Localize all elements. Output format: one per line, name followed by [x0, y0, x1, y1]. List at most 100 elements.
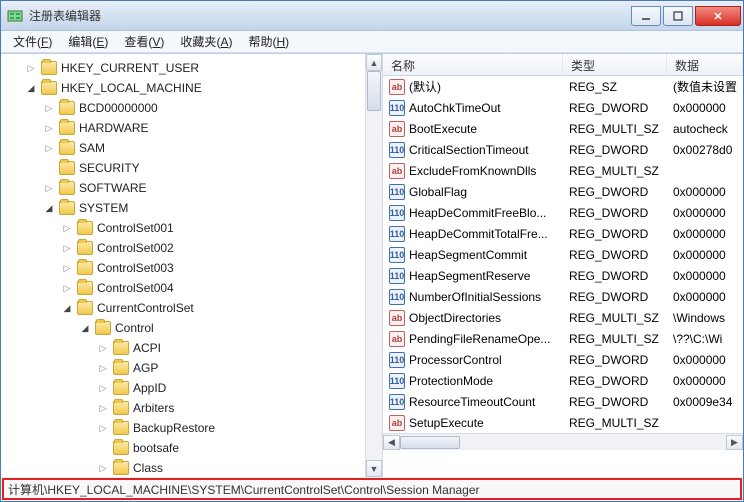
expand-icon[interactable]	[97, 402, 109, 414]
tree-node[interactable]: HKEY_LOCAL_MACHINE	[1, 78, 365, 98]
tree-node[interactable]: SYSTEM	[1, 198, 365, 218]
scroll-up-icon[interactable]: ▲	[366, 54, 382, 71]
cell-name: 110HeapSegmentReserve	[383, 268, 563, 284]
value-row[interactable]: abBootExecuteREG_MULTI_SZautocheck	[383, 118, 743, 139]
cell-name: 110HeapDeCommitTotalFre...	[383, 226, 563, 242]
cell-data: \??\C:\Wi	[667, 332, 743, 346]
value-row[interactable]: 110GlobalFlagREG_DWORD0x000000	[383, 181, 743, 202]
tree-node[interactable]: HARDWARE	[1, 118, 365, 138]
cell-type: REG_DWORD	[563, 143, 667, 157]
registry-tree: HKEY_CURRENT_USERHKEY_LOCAL_MACHINEBCD00…	[1, 54, 365, 477]
value-row[interactable]: 110HeapSegmentReserveREG_DWORD0x000000	[383, 265, 743, 286]
value-row[interactable]: 110HeapSegmentCommitREG_DWORD0x000000	[383, 244, 743, 265]
column-header-data[interactable]: 数据	[667, 54, 743, 75]
expand-icon[interactable]	[97, 462, 109, 474]
expand-icon[interactable]	[25, 62, 37, 74]
tree-node[interactable]: HKEY_CURRENT_USER	[1, 58, 365, 78]
menu-favorites[interactable]: 收藏夹(A)	[172, 31, 240, 52]
value-row[interactable]: 110HeapDeCommitTotalFre...REG_DWORD0x000…	[383, 223, 743, 244]
folder-icon	[113, 461, 129, 475]
scroll-thumb[interactable]	[400, 436, 460, 449]
tree-node[interactable]: Class	[1, 458, 365, 477]
expand-icon[interactable]	[43, 142, 55, 154]
value-name: AutoChkTimeOut	[409, 101, 501, 115]
scroll-left-icon[interactable]: ◀	[383, 435, 400, 450]
column-header-type[interactable]: 类型	[563, 54, 667, 75]
collapse-icon[interactable]	[79, 322, 91, 334]
tree-node[interactable]: ControlSet001	[1, 218, 365, 238]
tree-node[interactable]: BackupRestore	[1, 418, 365, 438]
column-header-name[interactable]: 名称	[383, 54, 563, 75]
expand-icon[interactable]	[97, 422, 109, 434]
cell-name: 110HeapSegmentCommit	[383, 247, 563, 263]
value-row[interactable]: 110NumberOfInitialSessionsREG_DWORD0x000…	[383, 286, 743, 307]
menu-file[interactable]: 文件(F)	[5, 31, 60, 52]
value-row[interactable]: 110CriticalSectionTimeoutREG_DWORD0x0027…	[383, 139, 743, 160]
menu-edit[interactable]: 编辑(E)	[60, 31, 116, 52]
tree-vscrollbar[interactable]: ▲ ▼	[365, 54, 382, 477]
value-row[interactable]: ab(默认)REG_SZ(数值未设置	[383, 76, 743, 97]
cell-data: 0x000000	[667, 185, 743, 199]
tree-node[interactable]: AGP	[1, 358, 365, 378]
expand-icon[interactable]	[97, 362, 109, 374]
expand-icon[interactable]	[61, 282, 73, 294]
expand-icon[interactable]	[97, 342, 109, 354]
binary-value-icon: 110	[389, 373, 405, 389]
folder-icon	[77, 281, 93, 295]
list-hscrollbar[interactable]: ◀ ▶	[383, 433, 743, 450]
menu-view[interactable]: 查看(V)	[116, 31, 172, 52]
tree-node[interactable]: bootsafe	[1, 438, 365, 458]
value-row[interactable]: abPendingFileRenameOpe...REG_MULTI_SZ\??…	[383, 328, 743, 349]
tree-node[interactable]: ACPI	[1, 338, 365, 358]
tree-node[interactable]: ControlSet002	[1, 238, 365, 258]
value-row[interactable]: abExcludeFromKnownDllsREG_MULTI_SZ	[383, 160, 743, 181]
scroll-right-icon[interactable]: ▶	[726, 435, 743, 450]
tree-node[interactable]: Control	[1, 318, 365, 338]
tree-node[interactable]: ControlSet003	[1, 258, 365, 278]
cell-data: 0x00278d0	[667, 143, 743, 157]
expand-icon[interactable]	[43, 102, 55, 114]
folder-icon	[113, 341, 129, 355]
tree-node[interactable]: CurrentControlSet	[1, 298, 365, 318]
expand-icon[interactable]	[61, 242, 73, 254]
value-row[interactable]: abSetupExecuteREG_MULTI_SZ	[383, 412, 743, 433]
tree-node[interactable]: Arbiters	[1, 398, 365, 418]
close-button[interactable]	[695, 6, 741, 26]
folder-icon	[59, 141, 75, 155]
value-row[interactable]: 110ProcessorControlREG_DWORD0x000000	[383, 349, 743, 370]
value-row[interactable]: 110HeapDeCommitFreeBlo...REG_DWORD0x0000…	[383, 202, 743, 223]
cell-type: REG_DWORD	[563, 353, 667, 367]
list-pane[interactable]: 名称 类型 数据 ab(默认)REG_SZ(数值未设置110AutoChkTim…	[383, 54, 743, 477]
collapse-icon[interactable]	[25, 82, 37, 94]
tree-node[interactable]: SECURITY	[1, 158, 365, 178]
scroll-down-icon[interactable]: ▼	[366, 460, 382, 477]
collapse-icon[interactable]	[43, 202, 55, 214]
menu-help[interactable]: 帮助(H)	[240, 31, 297, 52]
string-value-icon: ab	[389, 163, 405, 179]
collapse-icon[interactable]	[61, 302, 73, 314]
tree-node[interactable]: AppID	[1, 378, 365, 398]
expand-icon[interactable]	[97, 382, 109, 394]
expand-icon[interactable]	[61, 262, 73, 274]
tree-node[interactable]: SAM	[1, 138, 365, 158]
cell-name: abExcludeFromKnownDlls	[383, 163, 563, 179]
tree-node[interactable]: ControlSet004	[1, 278, 365, 298]
value-row[interactable]: 110AutoChkTimeOutREG_DWORD0x000000	[383, 97, 743, 118]
value-row[interactable]: 110ResourceTimeoutCountREG_DWORD0x0009e3…	[383, 391, 743, 412]
tree-node[interactable]: SOFTWARE	[1, 178, 365, 198]
minimize-button[interactable]	[631, 6, 661, 26]
tree-node[interactable]: BCD00000000	[1, 98, 365, 118]
value-name: PendingFileRenameOpe...	[409, 332, 550, 346]
expand-icon[interactable]	[43, 182, 55, 194]
value-row[interactable]: abObjectDirectoriesREG_MULTI_SZ\Windows	[383, 307, 743, 328]
scroll-thumb[interactable]	[367, 71, 381, 111]
expand-icon[interactable]	[61, 222, 73, 234]
tree-pane[interactable]: HKEY_CURRENT_USERHKEY_LOCAL_MACHINEBCD00…	[1, 54, 383, 477]
tree-node-label: ControlSet002	[97, 241, 174, 255]
cell-name: 110GlobalFlag	[383, 184, 563, 200]
maximize-button[interactable]	[663, 6, 693, 26]
value-row[interactable]: 110ProtectionModeREG_DWORD0x000000	[383, 370, 743, 391]
titlebar[interactable]: 注册表编辑器	[1, 1, 743, 31]
expand-icon[interactable]	[43, 122, 55, 134]
cell-name: 110ProtectionMode	[383, 373, 563, 389]
